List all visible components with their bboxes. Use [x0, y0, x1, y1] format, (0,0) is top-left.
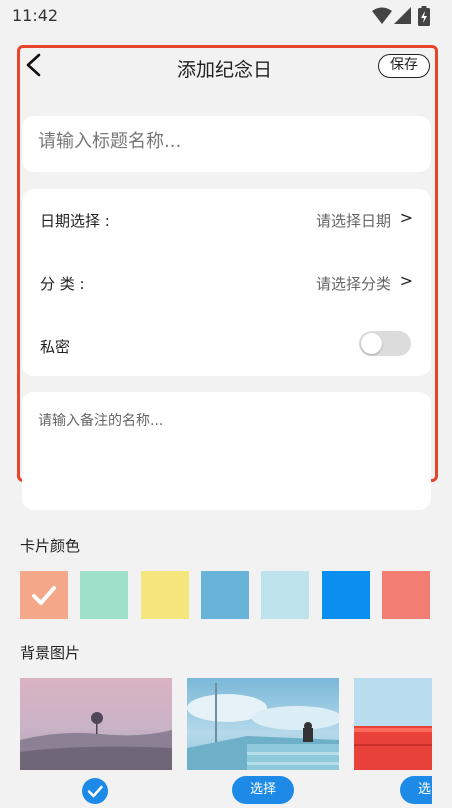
- background-option[interactable]: [20, 678, 172, 770]
- color-swatch[interactable]: [20, 571, 68, 619]
- background-option[interactable]: [354, 678, 432, 770]
- status-icons: [356, 6, 440, 26]
- private-toggle[interactable]: [359, 331, 411, 356]
- color-swatch[interactable]: [381, 571, 430, 619]
- signal-icon: [394, 7, 411, 24]
- date-label: 日期选择 :: [40, 212, 110, 230]
- private-label: 私密: [40, 338, 71, 356]
- color-swatch[interactable]: [321, 571, 370, 619]
- chevron-right-icon: >: [399, 271, 413, 290]
- top-bar: 添加纪念日 保存: [17, 45, 432, 89]
- toggle-knob: [361, 333, 382, 354]
- date-select-row[interactable]: 日期选择 : 请选择日期 >: [22, 192, 431, 248]
- battery-icon: [418, 6, 430, 26]
- color-swatch[interactable]: [200, 571, 249, 619]
- background-option[interactable]: [187, 678, 339, 770]
- select-background-button[interactable]: 选择: [232, 776, 294, 804]
- category-label: 分 类 :: [40, 275, 85, 293]
- category-select-row[interactable]: 分 类 : 请选择分类 >: [22, 255, 431, 311]
- color-swatch[interactable]: [140, 571, 189, 619]
- page-title: 添加纪念日: [176, 59, 272, 81]
- card-color-title: 卡片颜色: [20, 537, 81, 555]
- title-input-card: [22, 116, 431, 172]
- background-thumbnail: [20, 678, 172, 770]
- title-input[interactable]: [36, 130, 410, 153]
- background-thumbnail: [187, 678, 339, 770]
- note-card: [22, 392, 431, 510]
- save-button[interactable]: 保存: [378, 54, 430, 78]
- color-swatch[interactable]: [261, 571, 310, 619]
- check-icon: [32, 586, 56, 605]
- wifi-icon: [372, 7, 392, 24]
- chevron-right-icon: >: [399, 208, 413, 227]
- settings-card: 日期选择 : 请选择日期 > 分 类 : 请选择分类 > 私密: [22, 189, 431, 376]
- status-bar: 11:42: [0, 0, 452, 32]
- category-value: 请选择分类: [315, 275, 391, 293]
- note-input[interactable]: [36, 408, 420, 472]
- selected-background-check[interactable]: [82, 778, 108, 804]
- background-title: 背景图片: [20, 644, 81, 662]
- check-icon: [87, 785, 103, 798]
- select-background-label: 选择: [417, 782, 431, 797]
- background-thumbnail: [354, 678, 432, 770]
- select-background-button[interactable]: 选择: [400, 776, 432, 804]
- date-value: 请选择日期: [315, 212, 391, 230]
- status-time: 11:42: [12, 6, 59, 25]
- color-swatch[interactable]: [80, 571, 129, 619]
